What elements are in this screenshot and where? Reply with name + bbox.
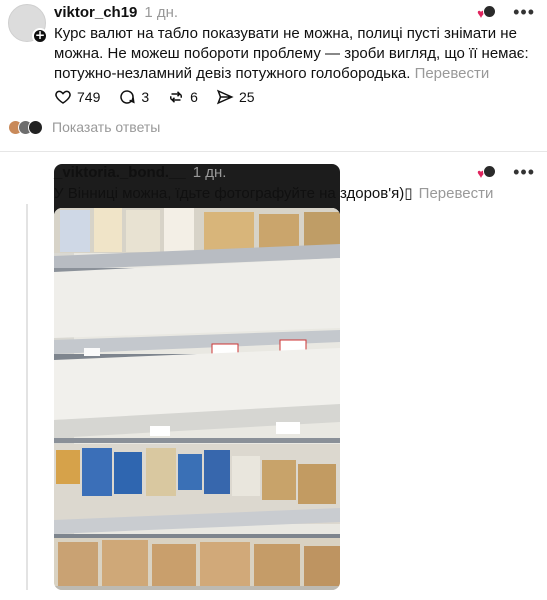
post-header: _viktoria._bond.__ 1 дн. — [54, 164, 226, 181]
more-dots-icon[interactable]: ••• — [513, 3, 535, 21]
repost-button[interactable]: 6 — [167, 88, 198, 106]
repost-count: 6 — [190, 89, 198, 105]
post-viktoria: + _viktoria._bond.__1 дн. ♥ ••• У Вінниц… — [0, 152, 547, 600]
username[interactable]: viktor_ch19 — [54, 4, 137, 21]
thread-line — [26, 204, 28, 590]
post-body: У Вінниці можна, їдьте фотографуйте на з… — [54, 185, 405, 202]
translate-link[interactable]: Перевести — [419, 185, 494, 202]
like-button[interactable]: 749 — [54, 88, 100, 106]
post-header: viktor_ch19 1 дн. — [54, 4, 178, 21]
username[interactable]: _viktoria._bond.__ — [54, 164, 186, 181]
liked-by-author-icon: ♥ — [477, 164, 497, 180]
action-bar: 749 3 6 25 — [54, 88, 273, 106]
attached-photo[interactable] — [54, 208, 340, 590]
post-viktor: + viktor_ch19 1 дн. ♥ ••• Курс валют на т… — [0, 0, 547, 150]
emoji-glyph: ▯ — [404, 185, 413, 202]
repost-icon — [170, 91, 183, 103]
send-icon — [216, 89, 234, 105]
comment-button[interactable]: 3 — [118, 88, 149, 106]
follow-plus-icon[interactable]: + — [32, 28, 48, 44]
like-count: 749 — [77, 89, 101, 105]
heart-icon — [55, 90, 71, 104]
show-replies-label[interactable]: Показать ответы — [52, 119, 160, 135]
avatar[interactable]: + — [8, 4, 48, 44]
post-text: Курс валют на табло показувати не можна,… — [54, 24, 536, 84]
show-replies[interactable]: Показать ответы — [8, 119, 160, 135]
post-text: У Вінниці можна, їдьте фотографуйте на з… — [54, 184, 536, 204]
timestamp: 1 дн. — [144, 4, 179, 21]
timestamp: 1 дн. — [192, 164, 227, 181]
translate-link[interactable]: Перевести — [415, 65, 490, 82]
supermarket-shelves-image — [54, 208, 340, 590]
comment-count: 3 — [141, 89, 150, 105]
share-count: 25 — [238, 89, 255, 105]
header-right: ♥ ••• — [477, 3, 535, 21]
header-right: ♥ ••• — [477, 163, 535, 181]
reply-avatar — [28, 119, 43, 135]
more-dots-icon[interactable]: ••• — [513, 163, 535, 181]
comment-icon — [120, 90, 136, 104]
share-button[interactable]: 25 — [216, 88, 255, 106]
liked-by-author-icon: ♥ — [477, 4, 497, 20]
